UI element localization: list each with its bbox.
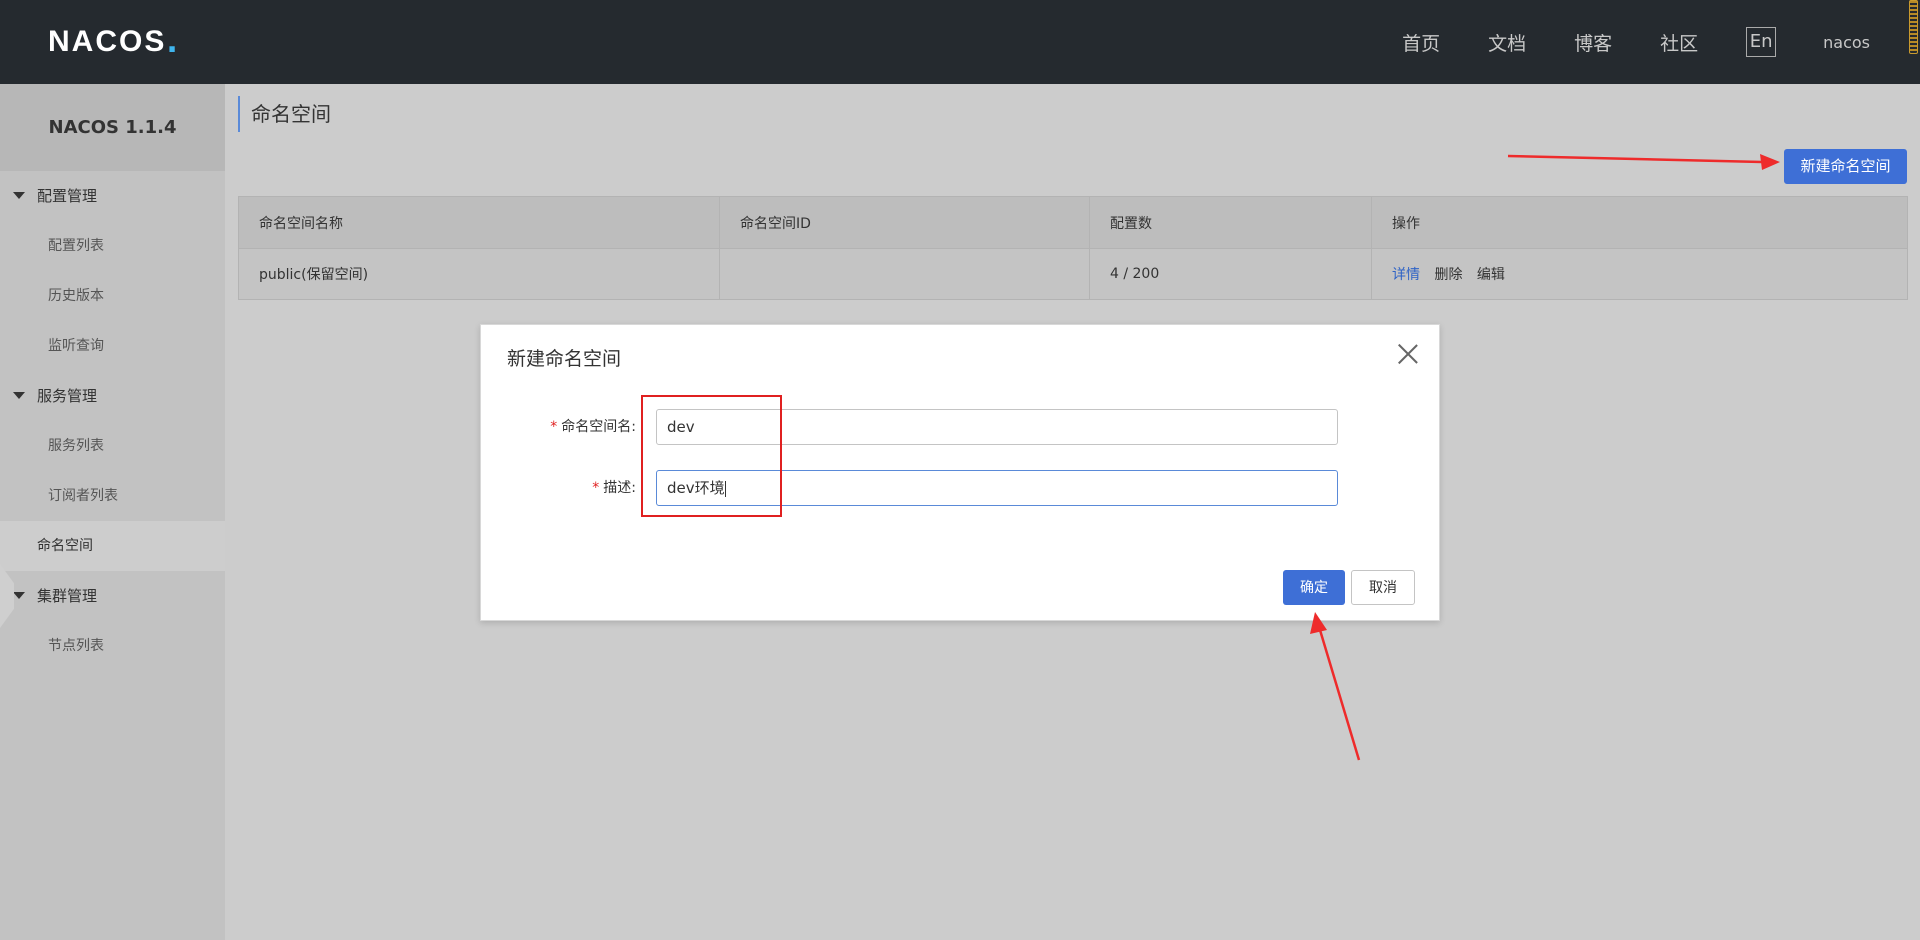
namespace-name-label: * 命名空间名: <box>550 409 636 445</box>
sidebar-title: NACOS 1.1.4 <box>0 84 225 171</box>
sidebar-item-namespace[interactable]: 命名空间 <box>0 521 225 571</box>
nav-blog[interactable]: 博客 <box>1574 29 1612 56</box>
sidebar-group-service[interactable]: 服务管理 <box>0 371 225 421</box>
namespace-name-input[interactable]: dev <box>656 409 1338 445</box>
nav-community[interactable]: 社区 <box>1660 29 1698 56</box>
close-icon[interactable] <box>1397 343 1419 365</box>
logo-text: NACOS <box>48 25 167 58</box>
sidebar-menu: 配置管理 配置列表 历史版本 监听查询 服务管理 服务列表 订阅者列表 命名空间… <box>0 171 225 671</box>
sidebar-item-config-list[interactable]: 配置列表 <box>0 221 225 271</box>
sidebar-item-service-list[interactable]: 服务列表 <box>0 421 225 471</box>
sidebar-item-history[interactable]: 历史版本 <box>0 271 225 321</box>
table-header-row: 命名空间名称 命名空间ID 配置数 操作 <box>238 196 1908 249</box>
column-header-name: 命名空间名称 <box>238 196 720 249</box>
sidebar-item-node-list[interactable]: 节点列表 <box>0 621 225 671</box>
top-nav: 首页 文档 博客 社区 En nacos <box>1402 0 1920 84</box>
create-namespace-dialog: 新建命名空间 * 命名空间名: dev * 描述: dev环境 确定 取消 <box>480 324 1440 621</box>
sidebar-item-subscriber-list[interactable]: 订阅者列表 <box>0 471 225 521</box>
sidebar-group-label: 集群管理 <box>37 587 98 605</box>
dialog-title: 新建命名空间 <box>507 348 622 370</box>
form-row-namespace-name: * 命名空间名: dev <box>481 409 1441 445</box>
required-mark: * <box>550 419 558 435</box>
page-title: 命名空间 <box>238 96 331 132</box>
sidebar-group-label: 配置管理 <box>37 187 98 205</box>
caret-down-icon <box>13 192 25 199</box>
column-header-count: 配置数 <box>1089 196 1372 249</box>
caret-down-icon <box>13 392 25 399</box>
sidebar-group-config[interactable]: 配置管理 <box>0 171 225 221</box>
cell-namespace-name: public(保留空间) <box>238 248 720 300</box>
delete-link[interactable]: 删除 <box>1434 267 1462 283</box>
confirm-button[interactable]: 确定 <box>1283 570 1345 605</box>
column-header-id: 命名空间ID <box>719 196 1090 249</box>
resize-handle-icon <box>1909 0 1918 54</box>
cancel-button[interactable]: 取消 <box>1351 570 1415 605</box>
table-row: public(保留空间) 4 / 200 详情 删除 编辑 <box>238 248 1908 300</box>
sidebar-group-cluster[interactable]: 集群管理 <box>0 571 225 621</box>
cell-namespace-id <box>719 248 1090 300</box>
top-header: NACOS. 首页 文档 博客 社区 En nacos <box>0 0 1920 84</box>
description-label-text: 描述: <box>603 480 636 496</box>
nav-home[interactable]: 首页 <box>1402 29 1440 56</box>
text-cursor <box>724 480 726 497</box>
language-toggle-button[interactable]: En <box>1746 27 1777 57</box>
nav-docs[interactable]: 文档 <box>1488 29 1526 56</box>
required-mark: * <box>592 480 600 496</box>
description-value: dev环境 <box>667 479 725 497</box>
user-menu[interactable]: nacos <box>1823 33 1870 52</box>
namespace-name-value: dev <box>667 418 695 436</box>
sidebar: NACOS 1.1.4 配置管理 配置列表 历史版本 监听查询 服务管理 服务列… <box>0 84 225 940</box>
sidebar-item-listener-query[interactable]: 监听查询 <box>0 321 225 371</box>
caret-down-icon <box>13 592 25 599</box>
sidebar-group-label: 服务管理 <box>37 387 98 405</box>
nacos-logo[interactable]: NACOS. <box>48 24 178 60</box>
logo-dot: . <box>166 24 178 60</box>
column-header-actions: 操作 <box>1371 196 1908 249</box>
create-namespace-button[interactable]: 新建命名空间 <box>1784 149 1907 184</box>
detail-link[interactable]: 详情 <box>1392 267 1420 283</box>
edit-link[interactable]: 编辑 <box>1477 267 1505 283</box>
form-row-description: * 描述: dev环境 <box>481 470 1441 506</box>
namespace-name-label-text: 命名空间名: <box>561 419 636 435</box>
cell-config-count: 4 / 200 <box>1089 248 1372 300</box>
description-label: * 描述: <box>592 470 636 506</box>
namespace-table: 命名空间名称 命名空间ID 配置数 操作 public(保留空间) 4 / 20… <box>238 196 1908 300</box>
description-input[interactable]: dev环境 <box>656 470 1338 506</box>
cell-actions: 详情 删除 编辑 <box>1371 248 1908 300</box>
